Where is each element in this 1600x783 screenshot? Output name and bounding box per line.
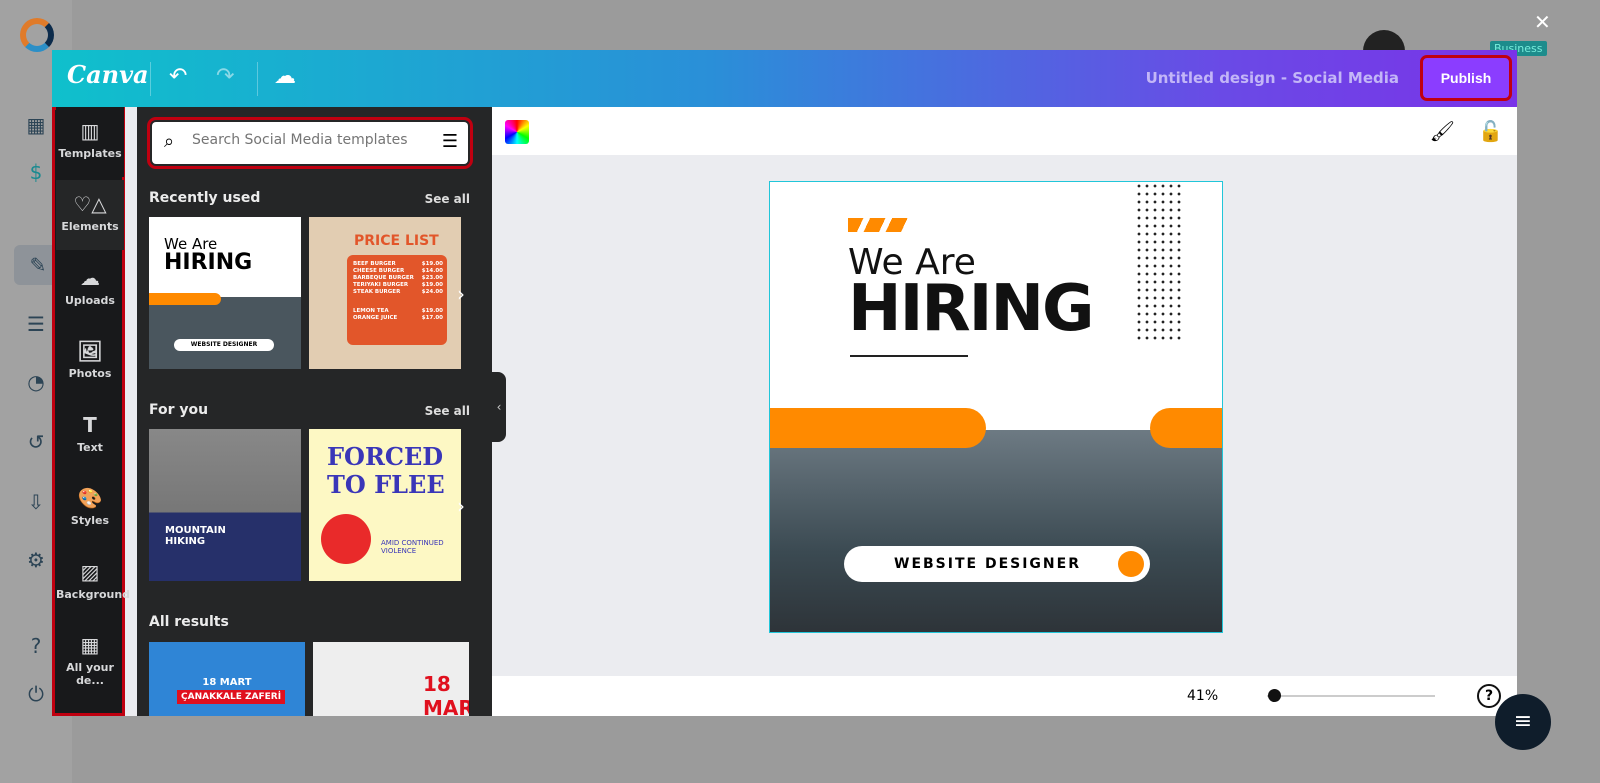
edit-icon: ✎ [29,253,47,277]
photo-icon: 🖼 [77,339,103,363]
section-title: For you [149,402,209,418]
thumb-tag: WEBSITE DESIGNER [174,339,274,351]
template-thumb[interactable]: 18 MART [313,642,469,716]
design-canvas[interactable]: We Are HIRING WEBSITE DESIGNER [769,181,1223,633]
power-icon[interactable]: ⏻ [24,682,48,706]
template-thumb[interactable]: FORCED TO FLEE AMID CONTINUED VIOLENCE [309,429,461,581]
thumb-date: 18 MART [423,672,469,716]
background-icon: ▨ [80,560,100,584]
section-title: Recently used [149,190,261,206]
upload-icon: ☁ [80,266,100,290]
settings-icon[interactable]: ⚙ [24,548,48,572]
menu-row: BEEF BURGER $19.00 [353,261,443,267]
rail-uploads[interactable]: ☁ Uploads [56,254,124,324]
thumb-title: FORCED TO FLEE [327,442,445,499]
thumb-headline: HIRING [164,250,253,275]
help-icon[interactable]: ? [24,634,48,658]
publish-button[interactable]: Publish [1420,55,1512,101]
thumb-date: 18 MART [202,677,252,688]
search-icon: ⌕ [164,131,175,152]
app-logo [20,18,54,52]
zoom-slider-handle[interactable] [1268,689,1281,702]
globe-graphic [321,514,371,564]
history-icon[interactable]: ↺ [24,430,48,454]
undo-icon[interactable]: ↶ [169,64,187,89]
headline-line2: HIRING [848,272,1095,346]
next-arrow-icon[interactable]: › [457,494,465,518]
menu-row: TERIYAKI BURGER $19.00 [353,282,443,288]
canvas-toolbar: 🖌 🔓 [492,107,1517,155]
job-tag: WEBSITE DESIGNER [844,546,1150,582]
office-photo [770,430,1222,632]
list-icon[interactable]: ☰ [24,312,48,336]
search-box[interactable]: ⌕ ☰ [147,117,473,169]
next-arrow-icon[interactable]: › [457,282,465,306]
editor-header: Canva ↶ ↷ ☁ Untitled design - Social Med… [52,50,1517,107]
template-thumb[interactable]: MOUNTAIN HIKING [149,429,301,581]
color-picker-icon[interactable] [505,120,529,144]
unlock-icon[interactable]: 🔓 [1478,119,1503,143]
divider [257,62,258,96]
rss-icon[interactable]: ◔ [24,370,48,394]
menu-fab-icon[interactable]: ≡ [1495,694,1551,750]
divider [150,62,151,96]
see-all-link[interactable]: See all [425,404,470,418]
search-icon [1118,551,1144,577]
rail-styles[interactable]: 🎨 Styles [56,474,124,544]
menu-row: ORANGE JUICE $17.00 [353,315,443,321]
collapse-panel-button[interactable]: ‹ [492,372,506,442]
search-input[interactable] [192,132,432,148]
thumb-title: PRICE LIST [354,233,439,249]
templates-icon: ▥ [80,119,100,143]
rail-text[interactable]: T Text [56,401,124,471]
rail-photos[interactable]: 🖼 Photos [56,327,124,397]
side-rail: ▥ Templates ♡△ Elements ☁ Uploads 🖼 Photos T… [52,107,130,716]
template-thumb[interactable]: We Are HIRING WEBSITE DESIGNER [149,217,301,369]
palette-icon: 🎨 [77,486,103,510]
zoom-slider[interactable] [1267,695,1435,697]
paint-roller-icon[interactable]: 🖌 [1430,119,1455,143]
dot-pattern [1135,182,1183,342]
see-all-link[interactable]: See all [425,192,470,206]
canva-logo[interactable]: Canva [67,60,149,89]
template-thumb[interactable]: 18 MART ÇANAKKALE ZAFERİ [149,642,305,716]
template-thumb[interactable]: PRICE LIST BEEF BURGER $19.00 CHEESE BURG… [309,217,461,369]
close-icon[interactable]: ✕ [1534,10,1551,34]
rail-background[interactable]: ▨ Background [56,548,130,618]
templates-panel: ⌕ ☰ Recently used See all We Are HIRING … [137,107,492,716]
rail-templates[interactable]: ▥ Templates [56,107,124,177]
canvas-footer: 41% ? [492,676,1517,716]
menu-row: LEMON TEA $19.00 [353,308,443,314]
editor-modal: Canva ↶ ↷ ☁ Untitled design - Social Med… [52,50,1517,716]
zoom-level: 41% [1187,688,1219,704]
rail-all-designs[interactable]: ▦ All your de... [56,621,124,691]
menu-row: CHEESE BURGER $14.00 [353,268,443,274]
help-button[interactable]: ? [1477,684,1501,708]
menu-row: BARBEQUE BURGER $23.00 [353,275,443,281]
rail-elements[interactable]: ♡△ Elements [56,180,124,250]
redo-icon[interactable]: ↷ [216,64,234,89]
thumb-subtitle: AMID CONTINUED VIOLENCE [381,539,444,555]
designs-icon: ▦ [80,633,100,657]
cloud-saved-icon[interactable]: ☁ [274,64,296,89]
section-title: All results [149,614,229,630]
elements-icon: ♡△ [73,192,107,216]
thumb-title: ÇANAKKALE ZAFERİ [177,690,286,704]
filter-icon[interactable]: ☰ [442,131,458,152]
download-icon[interactable]: ⇩ [24,490,48,514]
thumb-title: MOUNTAIN HIKING [165,525,226,547]
decor-line [850,355,968,357]
menu-row: STEAK BURGER $24.00 [353,289,443,295]
grid-icon[interactable]: ▦ [24,113,48,137]
design-title[interactable]: Untitled design - Social Media [1146,69,1399,87]
text-icon: T [83,413,97,437]
dollar-icon[interactable]: $ [24,160,48,184]
thumb-photo [149,297,301,369]
